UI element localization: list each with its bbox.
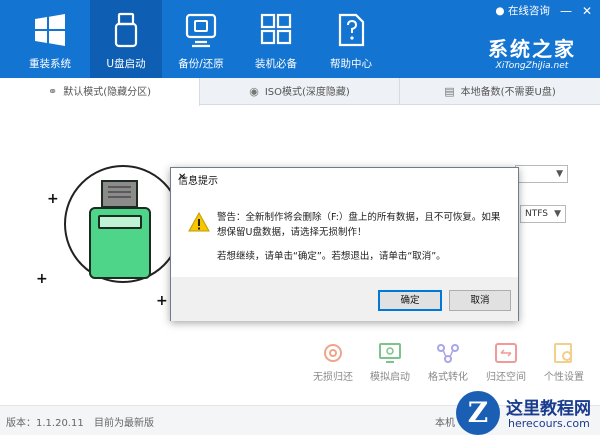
dialog-titlebar: 信息提示 ✕ — [171, 168, 518, 189]
ok-button[interactable]: 确定 — [378, 290, 442, 311]
backup-restore-icon — [185, 13, 217, 48]
watermark-logo: Z — [456, 391, 500, 435]
usb-symbol-icon: ⚭ — [47, 85, 58, 98]
tool-label: 模拟启动 — [370, 372, 410, 383]
online-help-link[interactable]: ● 在线咨询 — [495, 3, 550, 18]
nav-usb-boot[interactable]: U盘启动 — [90, 0, 162, 78]
monitor-power-icon — [379, 343, 401, 363]
site-watermark: Z 这里教程网 herecours.com — [456, 391, 600, 435]
user-icon: ● — [495, 5, 505, 17]
nav-label: 备份/还原 — [178, 58, 224, 70]
device-select[interactable]: ▼ — [515, 165, 568, 183]
nav-install-essentials[interactable]: 装机必备 — [246, 0, 306, 78]
tool-return-space[interactable]: 归还空间 — [478, 342, 534, 383]
sparkle-decoration: + — [156, 293, 168, 309]
dialog-warning-message: 警告：全新制作将会删除（F:）盘上的所有数据，且不可恢复。如果想保留U盘数据，请… — [217, 212, 501, 238]
nav-reinstall-system[interactable]: 重装系统 — [20, 0, 80, 78]
usb-connector-illustration — [101, 180, 138, 208]
tool-label: 归还空间 — [486, 372, 526, 383]
nav-label: 重装系统 — [29, 58, 71, 70]
help-document-icon — [338, 13, 365, 47]
close-window-button[interactable]: ✕ — [582, 5, 592, 17]
restore-icon — [324, 344, 342, 362]
usb-drive-icon — [114, 12, 138, 48]
space-return-icon — [495, 343, 517, 363]
tool-personal-settings[interactable]: 个性设置 — [536, 342, 592, 383]
dialog-instruction-message: 若想继续，请单击“确定”。若想退出，请单击“取消”。 — [217, 251, 446, 262]
chevron-down-icon: ▼ — [554, 209, 561, 219]
close-icon[interactable]: ✕ — [178, 172, 509, 183]
disc-icon: ◉ — [249, 85, 259, 98]
brand-url: XiTongZhiJia.net — [495, 61, 569, 71]
online-help-label: 在线咨询 — [507, 5, 550, 17]
tab-iso-mode[interactable]: ◉ ISO模式(深度隐藏) — [200, 78, 400, 105]
top-header: 重装系统 U盘启动 备份/还原 装机必备 帮助中心 ● 在线咨询 — ✕ 系统之… — [0, 0, 600, 78]
tool-label: 无损归还 — [313, 372, 353, 383]
nav-label: 装机必备 — [255, 58, 297, 70]
tool-label: 格式转化 — [428, 372, 468, 383]
nav-backup-restore[interactable]: 备份/还原 — [170, 0, 232, 78]
convert-nodes-icon — [437, 344, 459, 363]
tool-format-convert[interactable]: 格式转化 — [420, 342, 476, 383]
personal-settings-icon — [554, 343, 572, 363]
minimize-button[interactable]: — — [560, 5, 572, 17]
tool-lossless-restore[interactable]: 无损归还 — [305, 342, 361, 383]
info-dialog: 信息提示 ✕ 警告：全新制作将会删除（F:）盘上的所有数据，且不可恢复。如果想保… — [170, 167, 519, 321]
tool-label: 个性设置 — [544, 372, 584, 383]
chevron-down-icon: ▼ — [556, 169, 563, 179]
warning-icon — [188, 212, 210, 232]
apps-grid-icon — [260, 13, 292, 45]
local-info-label: 本机 — [435, 418, 455, 429]
usb-window-illustration — [98, 215, 142, 229]
tool-simulate-boot[interactable]: 模拟启动 — [362, 342, 418, 383]
format-select[interactable]: NTFS ▼ — [520, 205, 566, 223]
nav-label: U盘启动 — [106, 58, 146, 70]
sparkle-decoration: + — [36, 271, 48, 287]
dialog-footer: 确定 取消 — [171, 277, 518, 321]
mode-tabs: ⚭ 默认模式(隐藏分区) ◉ ISO模式(深度隐藏) ▤ 本地备数(不需要U盘) — [0, 78, 600, 106]
window-topbar: ● 在线咨询 — ✕ — [495, 3, 592, 18]
latest-version-label: 目前为最新版 — [94, 418, 154, 429]
nav-label: 帮助中心 — [330, 58, 372, 70]
brand-title: 系统之家 — [488, 37, 576, 61]
watermark-url: herecours.com — [508, 417, 590, 430]
tab-default-mode[interactable]: ⚭ 默认模式(隐藏分区) — [0, 78, 200, 106]
tab-label: ISO模式(深度隐藏) — [264, 87, 350, 98]
version-label: 版本：1.1.20.11 — [6, 418, 84, 429]
format-select-value: NTFS — [525, 209, 548, 219]
tab-label: 默认模式(隐藏分区) — [63, 87, 152, 98]
brand-logo: 系统之家 XiTongZhiJia.net — [488, 33, 576, 71]
tab-local-mode[interactable]: ▤ 本地备数(不需要U盘) — [400, 78, 600, 105]
dialog-body: 警告：全新制作将会删除（F:）盘上的所有数据，且不可恢复。如果想保留U盘数据，请… — [171, 189, 518, 277]
nav-help-center[interactable]: 帮助中心 — [320, 0, 382, 78]
hard-drive-icon: ▤ — [444, 85, 455, 98]
cancel-button[interactable]: 取消 — [449, 290, 511, 311]
windows-logo-icon — [35, 14, 65, 46]
tab-label: 本地备数(不需要U盘) — [460, 87, 556, 98]
watermark-title: 这里教程网 — [506, 399, 591, 419]
sparkle-decoration: + — [47, 191, 59, 207]
